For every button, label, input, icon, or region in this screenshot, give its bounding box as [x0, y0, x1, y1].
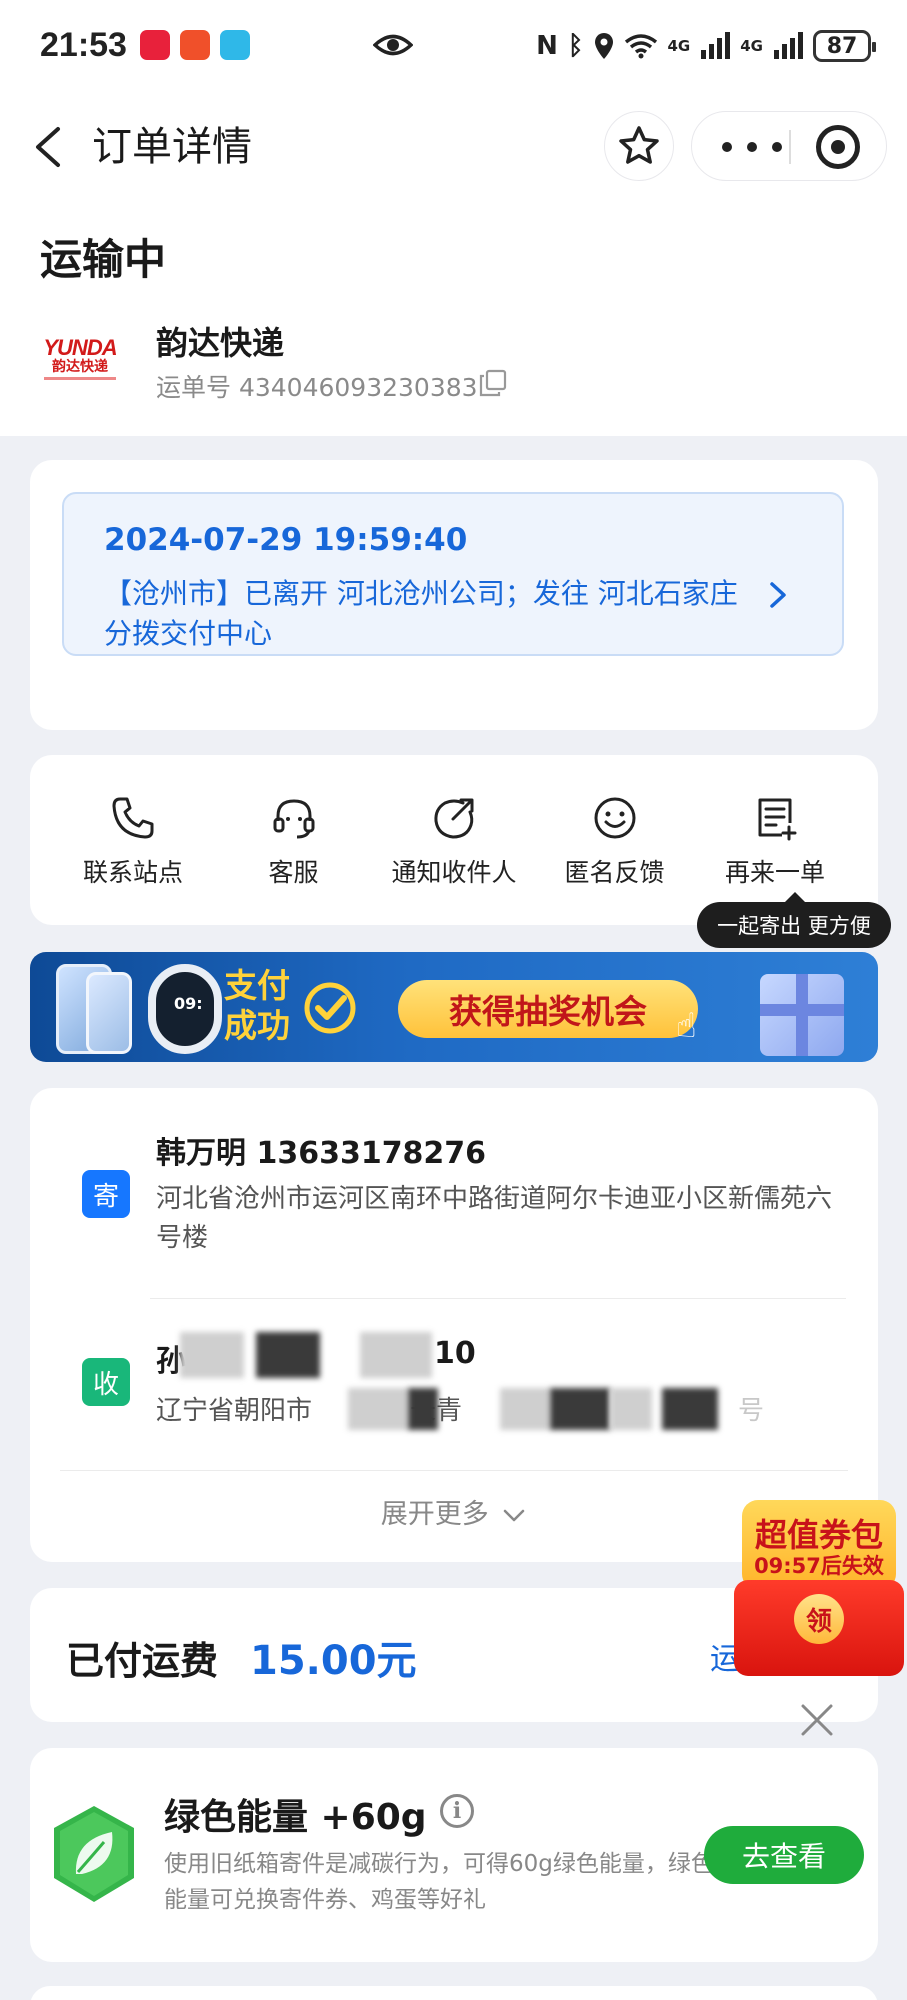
note-add-icon — [758, 798, 797, 841]
status-icons: N ᛒ 4G 4G 87 — [536, 28, 876, 64]
phone-icon — [112, 797, 154, 839]
actions-card: 联系站点 客服 通知收件人 匿名反馈 再来一单 — [30, 755, 878, 925]
target-circle-icon[interactable] — [816, 125, 860, 169]
carrier-logo-sub: 韵达快递 — [52, 358, 108, 375]
coupon-countdown: 09:57后失效 — [754, 1554, 884, 1578]
gift-box-image — [760, 974, 844, 1056]
fee-value: 15.00元 — [250, 1638, 417, 1684]
receiver-address: 辽宁省朝阳市 长青 号 — [156, 1396, 765, 1426]
action-customer-service[interactable]: 客服 — [219, 755, 369, 889]
copy-icon[interactable] — [478, 368, 508, 398]
view-energy-button[interactable]: 去查看 — [704, 1826, 864, 1884]
action-row: 联系站点 客服 通知收件人 匿名反馈 再来一单 — [30, 755, 878, 889]
address-card: 寄 韩万明 13633178276 河北省沧州市运河区南环中路街道阿尔卡迪亚小区… — [30, 1088, 878, 1562]
status-time: 21:53 — [40, 26, 127, 64]
chevron-right-icon — [770, 582, 786, 608]
pay-success-text: 支付 成功 — [224, 966, 290, 1045]
signal-icon — [701, 32, 731, 59]
fee-label: 已付运费 — [66, 1639, 219, 1683]
privacy-mask — [180, 1332, 244, 1378]
action-label: 客服 — [268, 858, 319, 887]
smile-icon — [594, 797, 635, 839]
privacy-mask — [256, 1332, 320, 1378]
lottery-cta: 获得抽奖机会 — [398, 980, 698, 1038]
action-label: 匿名反馈 — [564, 858, 665, 887]
energy-description: 使用旧纸箱寄件是减碳行为，可得60g绿色能量，绿色能量可兑换寄件券、鸡蛋等好礼 — [164, 1851, 714, 1913]
bluetooth-icon: ᛒ — [567, 31, 584, 61]
smartwatch-product-image: 09: — [148, 964, 222, 1054]
promo-banner[interactable]: 09: 支付 成功 获得抽奖机会 ☝ — [30, 952, 878, 1062]
nav-bar: 订单详情 — [0, 105, 907, 189]
page-title: 订单详情 — [92, 124, 252, 170]
trace-card: 2024-07-29 19:59:40 【沧州市】已离开 河北沧州公司；发往 河… — [30, 460, 878, 730]
sender-tag: 寄 — [82, 1170, 130, 1218]
status-bar: 21:53 N ᛒ 4G 4G 87 — [0, 0, 907, 95]
coupon-claim-seal: 领 — [794, 1594, 844, 1644]
privacy-mask — [348, 1388, 408, 1430]
check-circle-icon — [304, 982, 356, 1034]
action-anonymous-feedback[interactable]: 匿名反馈 — [540, 755, 690, 889]
action-reorder[interactable]: 再来一单 — [700, 755, 850, 889]
next-card-edge — [30, 1986, 878, 2000]
network-label-1: 4G — [667, 36, 691, 55]
carrier-name: 韵达快递 — [156, 324, 285, 362]
chevron-left-icon[interactable] — [24, 119, 74, 175]
chevron-down-icon — [504, 1509, 525, 1521]
nfc-icon: N — [536, 31, 558, 61]
phone-product-image-2 — [86, 972, 132, 1054]
carrier-logo: YUNDA 韵达快递 — [40, 330, 120, 386]
action-label: 再来一单 — [724, 858, 825, 887]
more-dots-icon[interactable] — [722, 130, 782, 164]
location-icon — [594, 33, 613, 59]
star-icon — [619, 126, 659, 164]
signal-icon-2 — [774, 32, 803, 59]
pointer-hand-icon: ☝ — [676, 1006, 697, 1046]
receiver-tag: 收 — [82, 1358, 130, 1406]
green-leaf-icon — [54, 1806, 134, 1902]
privacy-mask — [610, 1388, 652, 1430]
headset-icon — [273, 799, 314, 839]
privacy-mask — [360, 1332, 432, 1378]
waybill-number: 运单号 434046093230383 — [156, 373, 478, 402]
action-notify-receiver[interactable]: 通知收件人 — [379, 755, 529, 889]
sender-address: 河北省沧州市运河区南环中路街道阿尔卡迪亚小区新儒苑六号楼 — [156, 1184, 833, 1253]
action-contact-station[interactable]: 联系站点 — [58, 755, 208, 889]
travel-app-icon — [220, 30, 250, 60]
action-label: 联系站点 — [82, 858, 183, 887]
sender-name-phone: 韩万明 13633178276 — [156, 1136, 487, 1171]
energy-title: 绿色能量 +60g — [164, 1797, 427, 1838]
taobao-app-icon — [180, 30, 210, 60]
favorite-button[interactable] — [604, 111, 674, 181]
network-label-2: 4G — [740, 36, 763, 55]
trace-time: 2024-07-29 19:59:40 — [104, 522, 468, 558]
trace-text: 【沧州市】已离开 河北沧州公司；发往 河北石家庄分拨交付中心 — [104, 577, 738, 650]
privacy-mask — [550, 1388, 610, 1430]
green-energy-card: 绿色能量 +60g i 使用旧纸箱寄件是减碳行为，可得60g绿色能量，绿色能量可… — [30, 1748, 878, 1962]
reorder-tooltip: 一起寄出 更方便 — [697, 892, 891, 948]
info-icon[interactable]: i — [440, 1794, 474, 1828]
wifi-icon — [624, 34, 657, 59]
carrier-logo-text: YUNDA — [43, 334, 117, 360]
share-arrow-icon — [434, 798, 474, 839]
privacy-mask — [408, 1388, 438, 1430]
action-label: 通知收件人 — [391, 858, 517, 887]
privacy-mask — [662, 1388, 718, 1430]
eye-icon — [373, 34, 413, 56]
mini-program-capsule — [691, 111, 887, 181]
close-icon[interactable] — [799, 1702, 835, 1738]
latest-trace[interactable]: 2024-07-29 19:59:40 【沧州市】已离开 河北沧州公司；发往 河… — [62, 492, 844, 656]
coupon-float[interactable]: 超值券包 09:57后失效 领 — [734, 1500, 904, 1680]
notification-app-icon — [140, 30, 170, 60]
battery-indicator: 87 — [813, 30, 876, 62]
privacy-mask — [500, 1388, 550, 1430]
order-status: 运输中 — [40, 235, 167, 284]
